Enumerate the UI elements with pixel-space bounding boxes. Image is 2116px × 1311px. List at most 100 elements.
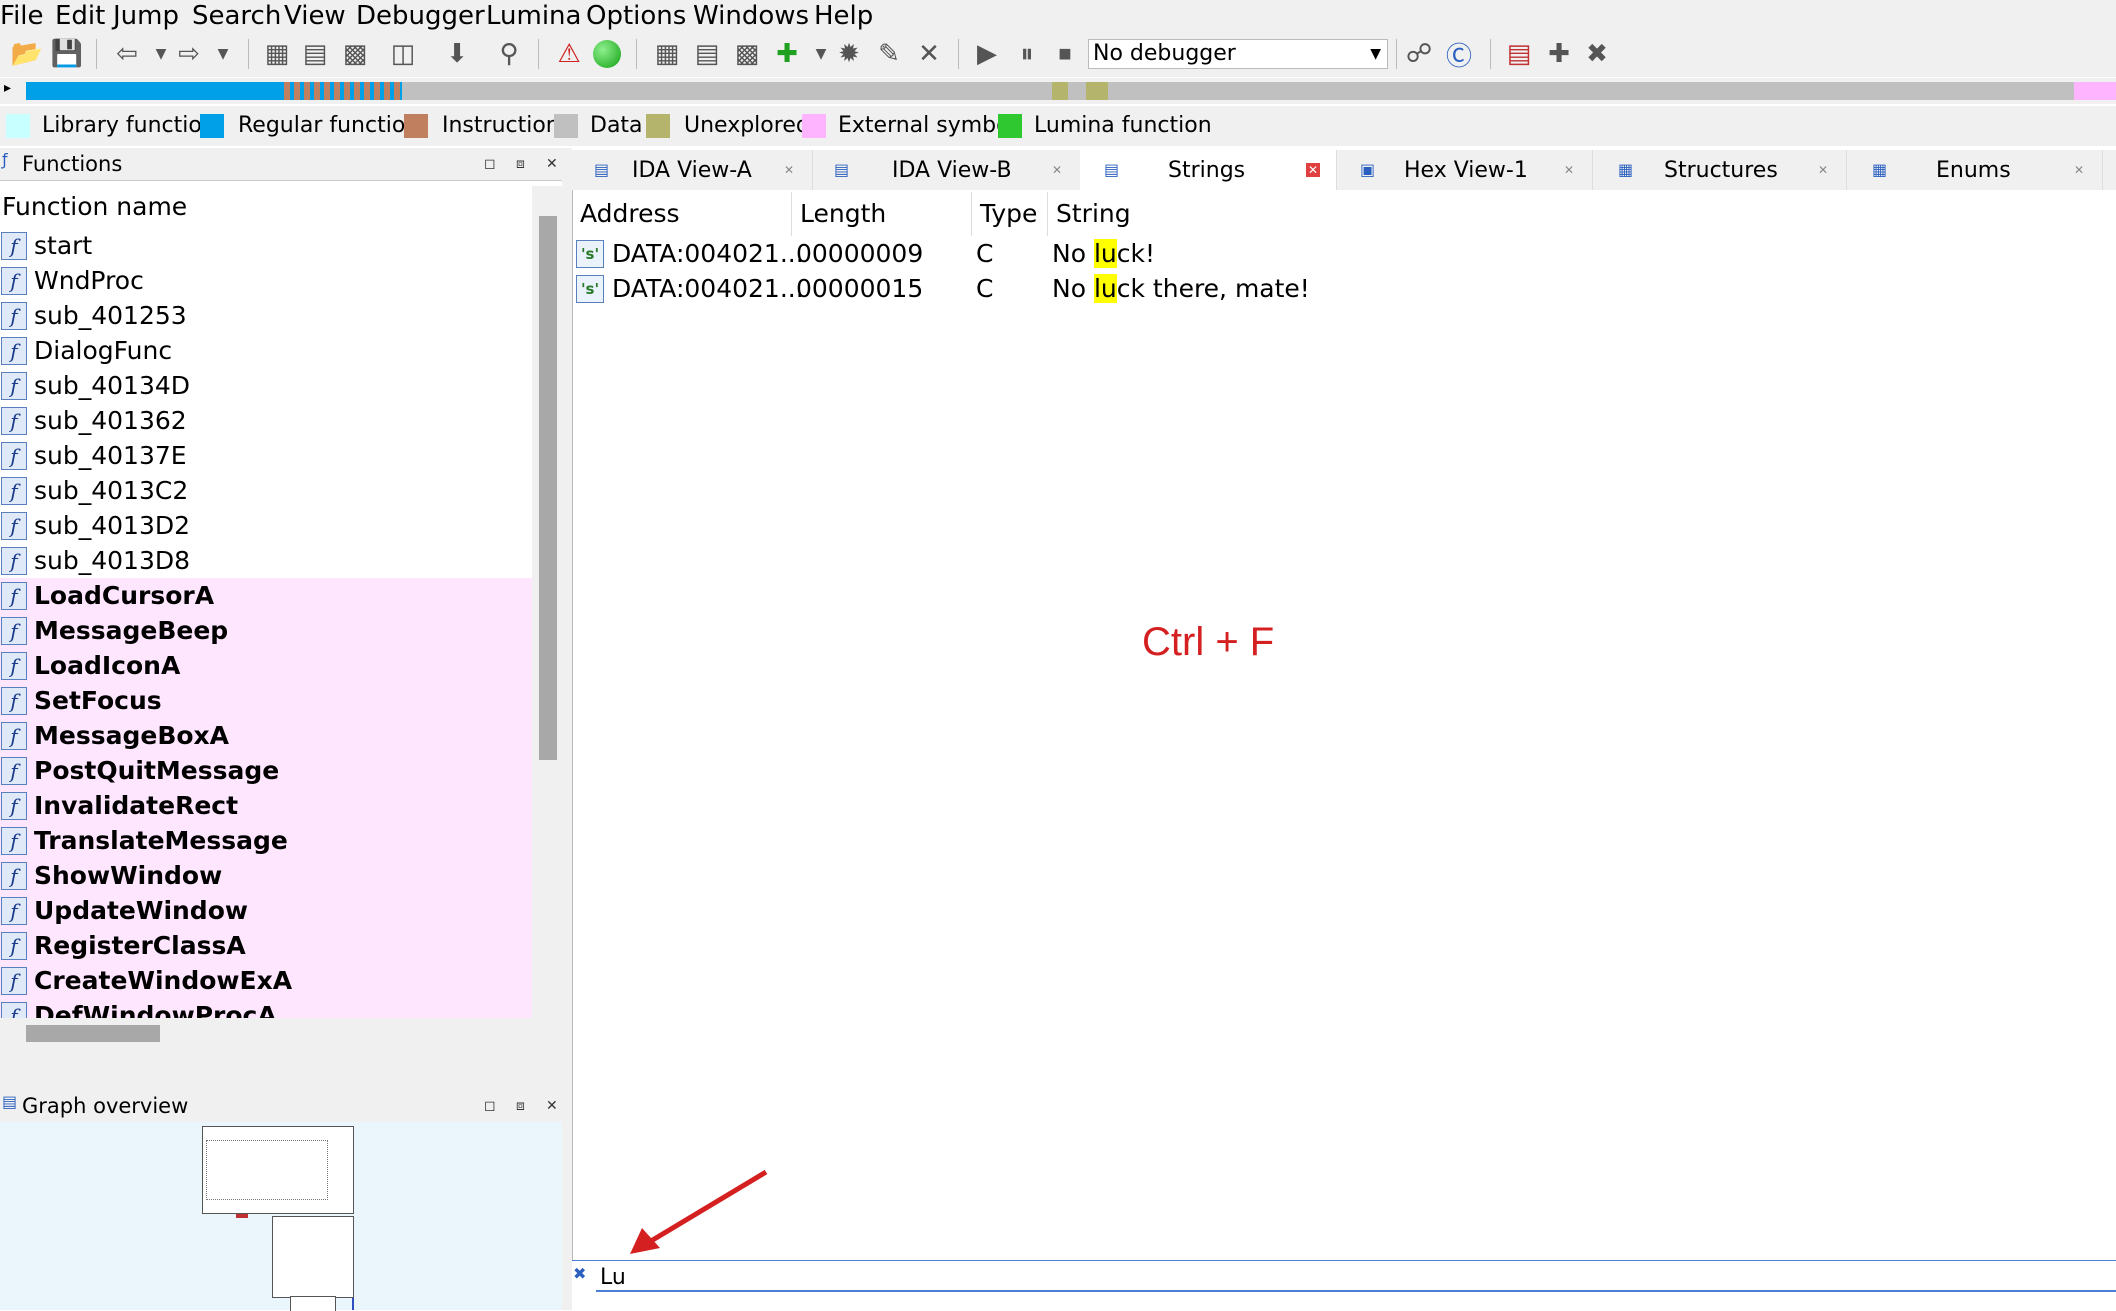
c-icon[interactable]: ☍ — [1402, 37, 1436, 71]
menu-edit[interactable]: Edit — [55, 0, 105, 33]
function-row[interactable]: f sub_40134D — [0, 368, 532, 403]
function-row[interactable]: f MessageBeep — [0, 613, 532, 648]
tab-close-icon[interactable]: ✕ — [1050, 163, 1064, 177]
float-icon[interactable]: ⧈ — [516, 148, 525, 180]
forward-dropdown-icon[interactable]: ▼ — [206, 37, 240, 71]
tab-structures[interactable]: ▦ Structures ✕ — [1592, 150, 1847, 190]
imm-search-icon[interactable]: ▩ — [338, 37, 372, 71]
strings-icon: ▤ — [1104, 160, 1120, 179]
menu-windows[interactable]: Windows — [693, 0, 809, 33]
nav-arrow-icon[interactable]: ▸ — [4, 80, 11, 96]
cancel-icon[interactable]: ✕ — [912, 37, 946, 71]
function-row[interactable]: f sub_40137E — [0, 438, 532, 473]
code-icon[interactable]: ▦ — [650, 37, 684, 71]
debug-run-icon[interactable]: ▶ — [970, 37, 1004, 71]
legend-label-external: External symbol — [838, 113, 1016, 138]
function-row[interactable]: f DefWindowProcA — [0, 998, 532, 1018]
column-header-type[interactable]: Type — [972, 192, 1048, 236]
function-row[interactable]: f start — [0, 230, 532, 263]
column-header-string[interactable]: String — [1048, 192, 1648, 236]
menu-jump[interactable]: Jump — [113, 0, 179, 33]
function-row[interactable]: f TranslateMessage — [0, 823, 532, 858]
string-row[interactable]: 's' DATA:004021... 00000009 C No luck! — [576, 236, 2076, 271]
struct-icon[interactable]: ▤ — [1502, 37, 1536, 71]
find-icon[interactable]: ⚲ — [492, 37, 526, 71]
save-icon[interactable]: 💾 — [50, 37, 84, 71]
menu-search[interactable]: Search — [192, 0, 281, 33]
back-icon[interactable]: ⇦ — [110, 37, 144, 71]
search-next-icon[interactable]: ◫ — [386, 37, 420, 71]
function-row[interactable]: f LoadIconA — [0, 648, 532, 683]
function-row[interactable]: f sub_4013D8 — [0, 543, 532, 578]
debug-pause-icon[interactable]: ⏸ — [1010, 37, 1044, 71]
panel-splitter[interactable] — [562, 148, 572, 1310]
tab-close-icon[interactable]: ✕ — [1816, 163, 1830, 177]
add-icon[interactable]: ✚ — [1542, 37, 1576, 71]
jump-down-icon[interactable]: ⬇ — [440, 37, 474, 71]
menu-options[interactable]: Options — [586, 0, 686, 33]
function-row[interactable]: f sub_401362 — [0, 403, 532, 438]
function-row[interactable]: f ShowWindow — [0, 858, 532, 893]
decompile-icon[interactable]: Ⓒ — [1442, 37, 1476, 72]
debugger-select[interactable]: No debugger ▼ — [1088, 39, 1388, 69]
function-row[interactable]: f LoadCursorA — [0, 578, 532, 613]
float-icon[interactable]: ⧈ — [516, 1090, 525, 1122]
open-icon[interactable]: 📂 — [10, 37, 44, 71]
close-icon[interactable]: ✕ — [546, 1090, 558, 1122]
undefine-icon[interactable]: ✹ — [832, 37, 866, 71]
debug-stop-icon[interactable]: ⏹ — [1048, 37, 1082, 71]
text-search-icon[interactable]: ▤ — [298, 37, 332, 71]
navigation-bar[interactable] — [26, 82, 2116, 100]
remove-icon[interactable]: ✖ — [1580, 37, 1614, 71]
tab-enums[interactable]: ▦ Enums ✕ — [1846, 150, 2103, 190]
patch-icon[interactable]: ✎ — [872, 37, 906, 71]
function-row[interactable]: f sub_401253 — [0, 298, 532, 333]
menu-file[interactable]: File — [0, 0, 44, 33]
function-row[interactable]: f WndProc — [0, 263, 532, 298]
tab-close-icon[interactable]: ✕ — [2072, 163, 2086, 177]
tab-close-icon[interactable]: ✕ — [1306, 163, 1320, 177]
graph-viewport-rect[interactable] — [206, 1140, 328, 1200]
structures-icon: ▦ — [1618, 160, 1634, 179]
function-name-column-header[interactable]: Function name — [2, 186, 532, 228]
maximize-icon[interactable]: ◻ — [484, 1090, 496, 1122]
function-row[interactable]: f UpdateWindow — [0, 893, 532, 928]
tab-strings[interactable]: ▤ Strings ✕ — [1080, 150, 1337, 190]
menu-help[interactable]: Help — [814, 0, 873, 33]
string-icon[interactable]: ✚ — [770, 37, 804, 71]
functions-vertical-scroll-thumb[interactable] — [539, 216, 557, 760]
warning-icon[interactable]: ⚠ — [552, 37, 586, 71]
debugger-select-value: No debugger — [1093, 41, 1236, 66]
menu-debugger[interactable]: Debugger — [356, 0, 485, 33]
graph-overview-area[interactable] — [0, 1122, 562, 1311]
close-filter-icon[interactable]: ✖ — [573, 1264, 586, 1283]
tab-hex-view-1[interactable]: ▣ Hex View-1 ✕ — [1336, 150, 1593, 190]
function-row[interactable]: f sub_4013C2 — [0, 473, 532, 508]
data-icon[interactable]: ▤ — [690, 37, 724, 71]
quick-filter-input[interactable] — [600, 1260, 2100, 1294]
binary-search-icon[interactable]: ▦ — [260, 37, 294, 71]
tab-close-icon[interactable]: ✕ — [782, 163, 796, 177]
function-row[interactable]: f MessageBoxA — [0, 718, 532, 753]
close-icon[interactable]: ✕ — [546, 148, 558, 180]
tab-ida-view-a[interactable]: ▤ IDA View-A ✕ — [572, 150, 813, 190]
ascii-icon[interactable]: ▩ — [730, 37, 764, 71]
column-header-address[interactable]: Address — [572, 192, 792, 236]
maximize-icon[interactable]: ◻ — [484, 148, 496, 180]
run-icon[interactable] — [590, 37, 624, 71]
function-row[interactable]: f CreateWindowExA — [0, 963, 532, 998]
function-row[interactable]: f sub_4013D2 — [0, 508, 532, 543]
string-row[interactable]: 's' DATA:004021... 00000015 C No luck th… — [576, 271, 2076, 306]
menu-lumina[interactable]: Lumina — [486, 0, 581, 33]
tab-close-icon[interactable]: ✕ — [1562, 163, 1576, 177]
functions-horizontal-scroll-thumb[interactable] — [26, 1025, 160, 1042]
function-row[interactable]: f InvalidateRect — [0, 788, 532, 823]
function-row[interactable]: f SetFocus — [0, 683, 532, 718]
column-header-length[interactable]: Length — [792, 192, 972, 236]
function-row[interactable]: f PostQuitMessage — [0, 753, 532, 788]
forward-icon[interactable]: ⇨ — [172, 37, 206, 71]
tab-ida-view-b[interactable]: ▤ IDA View-B ✕ — [812, 150, 1081, 190]
function-row[interactable]: f RegisterClassA — [0, 928, 532, 963]
menu-view[interactable]: View — [284, 0, 346, 33]
function-row[interactable]: f DialogFunc — [0, 333, 532, 368]
